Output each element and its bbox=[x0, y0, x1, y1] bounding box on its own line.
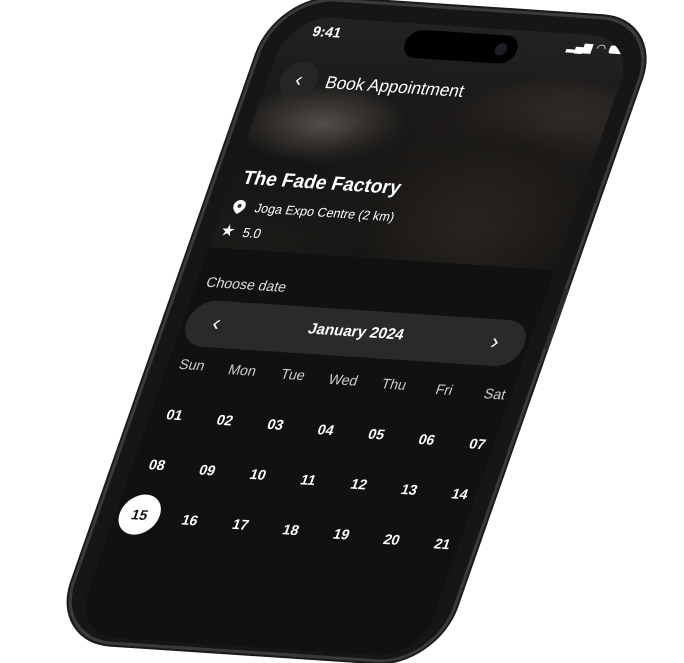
date-selected[interactable]: 15 bbox=[112, 493, 167, 536]
date-cell[interactable]: 12 bbox=[331, 465, 388, 504]
month-label: January 2024 bbox=[305, 320, 407, 344]
weekday-fri: Fri bbox=[433, 380, 456, 398]
date-cell[interactable]: 19 bbox=[313, 515, 370, 554]
date-cell[interactable]: 04 bbox=[298, 410, 355, 449]
choose-date-label: Choose date bbox=[204, 273, 290, 295]
weekday-sun: Sun bbox=[176, 355, 208, 374]
date-cell[interactable]: 09 bbox=[179, 450, 236, 489]
date-cell[interactable]: 17 bbox=[212, 505, 269, 544]
weekday-mon: Mon bbox=[226, 360, 260, 379]
date-cell[interactable]: 13 bbox=[381, 469, 438, 508]
camera-icon bbox=[492, 42, 510, 56]
date-cell[interactable]: 05 bbox=[348, 415, 405, 454]
battery-icon bbox=[608, 44, 630, 55]
weekday-wed: Wed bbox=[326, 370, 361, 389]
date-cell[interactable]: 11 bbox=[280, 460, 337, 499]
date-cell[interactable]: 18 bbox=[263, 510, 320, 549]
date-cell[interactable]: 08 bbox=[129, 445, 186, 484]
status-time: 9:41 bbox=[310, 22, 344, 41]
date-cell[interactable]: 16 bbox=[162, 500, 219, 539]
date-cell[interactable]: 10 bbox=[230, 455, 287, 494]
shop-rating: ★ 5.0 bbox=[217, 220, 264, 243]
date-cell[interactable]: 03 bbox=[247, 405, 304, 444]
wifi-icon: ◠ bbox=[594, 42, 608, 56]
date-cell[interactable]: 02 bbox=[197, 400, 254, 439]
weekday-tue: Tue bbox=[278, 365, 308, 384]
date-cell[interactable]: 06 bbox=[399, 419, 456, 458]
signal-icon: ▂▄▆ bbox=[565, 40, 595, 55]
month-selector: ‹ January 2024 › bbox=[178, 299, 533, 368]
weekday-thu: Thu bbox=[379, 375, 409, 393]
chevron-left-icon: ‹ bbox=[291, 68, 307, 91]
date-cell[interactable]: 01 bbox=[146, 395, 203, 434]
